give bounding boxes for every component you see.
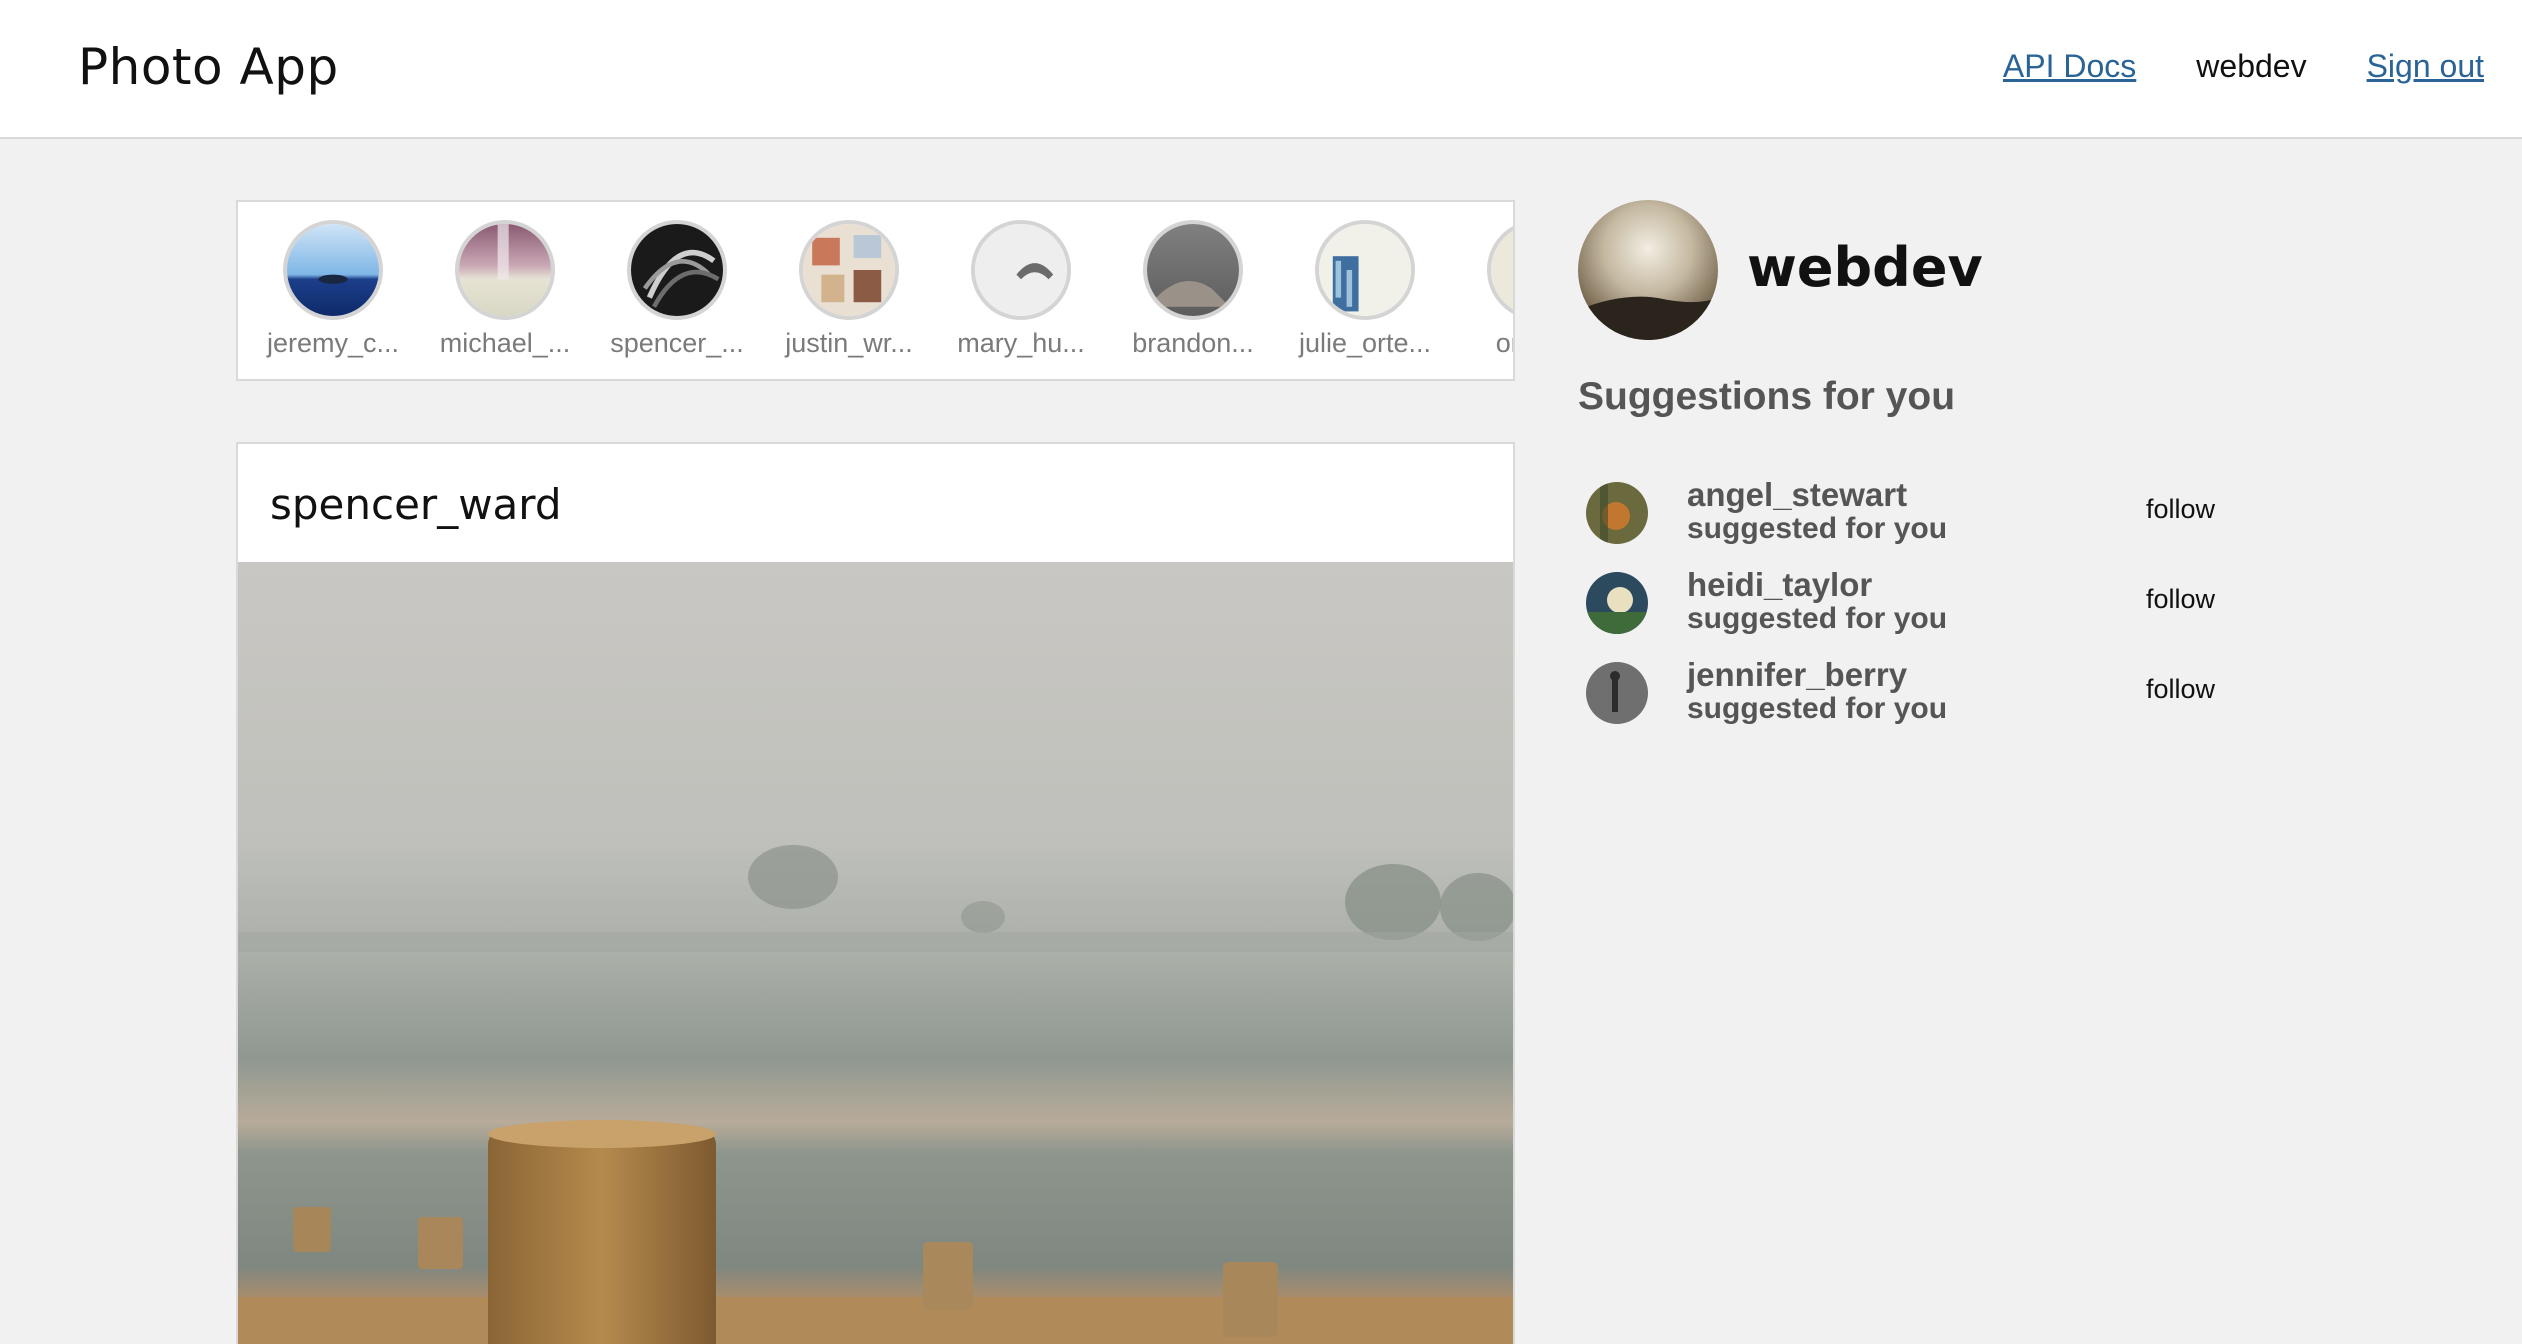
suggestion-username[interactable]: heidi_taylor — [1687, 566, 1872, 604]
story-avatar — [1315, 220, 1415, 320]
stories-bar: jeremy_c... michael_... spencer_... just… — [236, 200, 1515, 381]
story-avatar — [799, 220, 899, 320]
suggestion-row: angel_stewart suggested for you follow — [1586, 476, 2226, 552]
story-avatar — [1143, 220, 1243, 320]
story-username: michael_... — [439, 328, 571, 358]
suggestion-subtitle: suggested for you — [1687, 512, 1948, 545]
suggestion-row: heidi_taylor suggested for you follow — [1586, 566, 2226, 642]
story-item[interactable]: jeremy_c... — [258, 220, 408, 359]
follow-button[interactable]: follow — [2146, 674, 2215, 705]
suggestion-avatar[interactable] — [1586, 572, 1648, 634]
suggestion-username[interactable]: angel_stewart — [1687, 476, 1907, 514]
post-image — [238, 562, 1513, 1344]
story-username: julie_orte... — [1298, 328, 1432, 358]
story-avatar — [971, 220, 1071, 320]
story-username: brandon... — [1132, 328, 1254, 358]
story-item[interactable]: justin_wr... — [774, 220, 924, 359]
story-avatar — [455, 220, 555, 320]
suggestions-title: Suggestions for you — [1578, 375, 1956, 418]
suggestion-row: jennifer_berry suggested for you follow — [1586, 656, 2226, 732]
profile-username: webdev — [1747, 236, 1983, 299]
story-item[interactable]: julie_orte... — [1290, 220, 1440, 359]
story-username: spencer_... — [610, 328, 744, 358]
follow-button[interactable]: follow — [2146, 584, 2215, 615]
story-username: justin_wr... — [785, 328, 913, 358]
nav-links: API Docs webdev Sign out — [2003, 48, 2484, 85]
profile-avatar[interactable] — [1578, 200, 1718, 340]
story-item[interactable]: mary_hu... — [946, 220, 1096, 359]
suggestion-avatar[interactable] — [1586, 482, 1648, 544]
suggestion-subtitle: suggested for you — [1687, 602, 1948, 635]
follow-button[interactable]: follow — [2146, 494, 2215, 525]
story-avatar — [1487, 220, 1513, 320]
story-item[interactable]: omar... — [1462, 220, 1513, 359]
app-title: Photo App — [78, 38, 339, 96]
suggestion-avatar[interactable] — [1586, 662, 1648, 724]
story-item[interactable]: brandon... — [1118, 220, 1268, 359]
api-docs-link[interactable]: API Docs — [2003, 48, 2136, 85]
story-username: jeremy_c... — [266, 328, 400, 358]
story-item[interactable]: spencer_... — [602, 220, 752, 359]
post-card: spencer_ward — [236, 442, 1515, 1344]
story-avatar — [283, 220, 383, 320]
story-username: omar... — [1495, 328, 1513, 358]
sign-out-link[interactable]: Sign out — [2367, 48, 2484, 85]
current-username: webdev — [2196, 48, 2307, 84]
top-navbar: Photo App API Docs webdev Sign out — [0, 0, 2522, 139]
story-username: mary_hu... — [957, 328, 1085, 358]
post-username[interactable]: spencer_ward — [270, 480, 561, 529]
story-avatar — [627, 220, 727, 320]
suggestion-subtitle: suggested for you — [1687, 692, 1948, 725]
suggestion-username[interactable]: jennifer_berry — [1687, 656, 1907, 694]
story-item[interactable]: michael_... — [430, 220, 580, 359]
